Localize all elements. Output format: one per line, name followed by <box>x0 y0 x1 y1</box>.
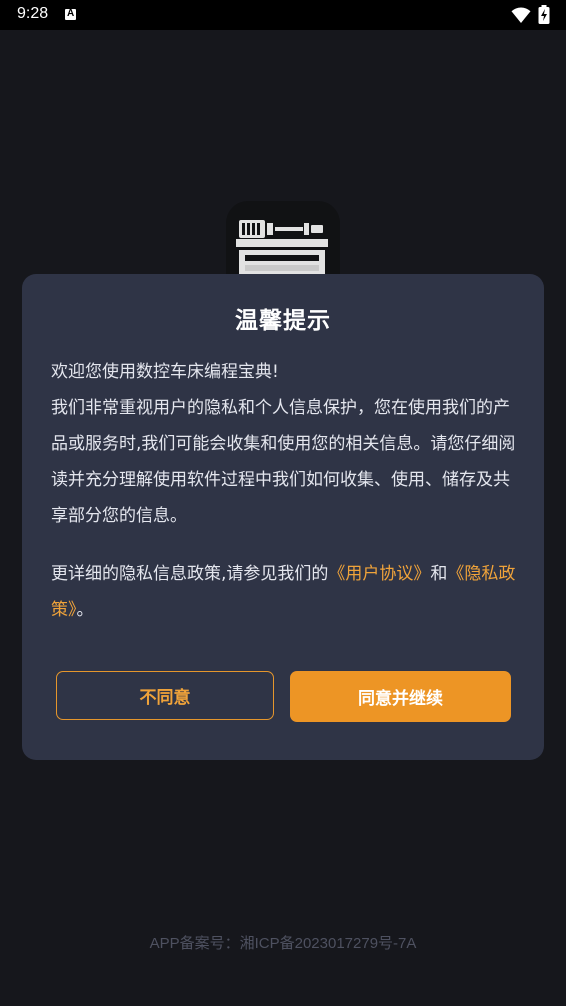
status-bar: 9:28 <box>0 0 566 30</box>
privacy-dialog: 温馨提示 欢迎您使用数控车床编程宝典! 我们非常重视用户的隐私和个人信息保护，您… <box>22 274 544 760</box>
policy-and: 和 <box>430 564 448 584</box>
disagree-button[interactable]: 不同意 <box>56 671 274 720</box>
policy-prefix: 更详细的隐私信息政策,请参见我们的 <box>51 564 329 584</box>
agree-continue-button[interactable]: 同意并继续 <box>290 671 511 722</box>
icp-record-text: APP备案号：湘ICP备2023017279号-7A <box>149 935 417 952</box>
a-notification-icon <box>65 8 76 20</box>
welcome-text: 欢迎您使用数控车床编程宝典! <box>51 362 279 382</box>
privacy-paragraph: 我们非常重视用户的隐私和个人信息保护，您在使用我们的产品或服务时,我们可能会收集… <box>51 398 516 526</box>
user-agreement-link[interactable]: 《用户协议》 <box>328 564 430 584</box>
policy-suffix: 。 <box>76 600 94 620</box>
dialog-title: 温馨提示 <box>235 308 331 334</box>
dialog-body: 欢迎您使用数控车床编程宝典! 我们非常重视用户的隐私和个人信息保护，您在使用我们… <box>51 354 517 628</box>
wifi-icon <box>511 7 531 24</box>
status-time: 9:28 <box>17 5 49 22</box>
battery-charging-icon <box>538 5 550 24</box>
policy-text: 更详细的隐私信息政策,请参见我们的《用户协议》和《隐私政策》。 <box>51 556 517 628</box>
